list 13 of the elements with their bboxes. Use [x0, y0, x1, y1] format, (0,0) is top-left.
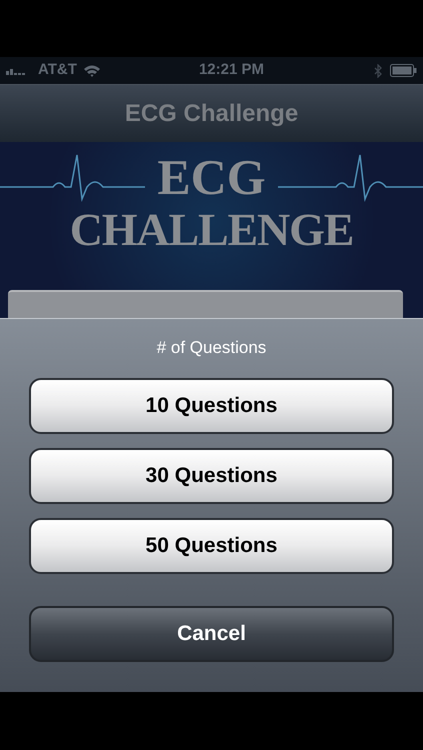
carrier-label: AT&T: [38, 60, 77, 80]
option-button[interactable]: 50 Questions: [29, 518, 394, 574]
battery-icon: [390, 64, 417, 77]
nav-title: ECG Challenge: [124, 98, 298, 128]
wifi-icon: [82, 64, 101, 77]
option-button[interactable]: 30 Questions: [29, 448, 394, 504]
cancel-button[interactable]: Cancel: [29, 606, 394, 662]
banner-subtitle: CHALLENGE: [70, 204, 354, 256]
banner-title: ECG: [156, 150, 267, 204]
clock-time: 12:21 PM: [198, 60, 266, 80]
bluetooth-icon: [374, 64, 382, 78]
option-button[interactable]: 10 Questions: [29, 378, 394, 434]
sheet-title: # of Questions: [156, 338, 268, 358]
